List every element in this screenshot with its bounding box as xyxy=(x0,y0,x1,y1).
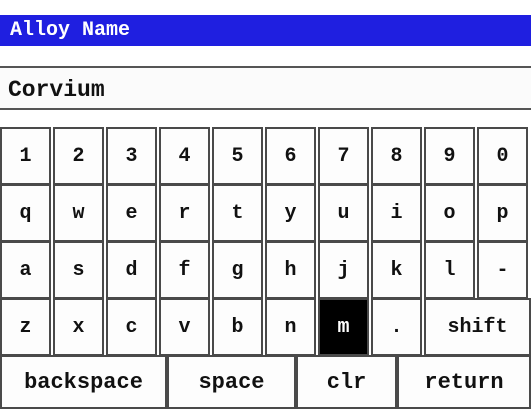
key-s[interactable]: s xyxy=(53,241,104,299)
key-p[interactable]: p xyxy=(477,184,528,242)
key-u[interactable]: u xyxy=(318,184,369,242)
key-period[interactable]: . xyxy=(371,298,422,356)
key-m[interactable]: m xyxy=(318,298,369,356)
key-6[interactable]: 6 xyxy=(265,127,316,185)
key-3[interactable]: 3 xyxy=(106,127,157,185)
backspace-key[interactable]: backspace xyxy=(0,355,167,409)
key-4[interactable]: 4 xyxy=(159,127,210,185)
key-q[interactable]: q xyxy=(0,184,51,242)
key-d[interactable]: d xyxy=(106,241,157,299)
key-y[interactable]: y xyxy=(265,184,316,242)
return-key[interactable]: return xyxy=(397,355,531,409)
key-h[interactable]: h xyxy=(265,241,316,299)
key-b[interactable]: b xyxy=(212,298,263,356)
space-key[interactable]: space xyxy=(167,355,296,409)
key-a[interactable]: a xyxy=(0,241,51,299)
key-1[interactable]: 1 xyxy=(0,127,51,185)
key-t[interactable]: t xyxy=(212,184,263,242)
key-0[interactable]: 0 xyxy=(477,127,528,185)
key-f[interactable]: f xyxy=(159,241,210,299)
key-w[interactable]: w xyxy=(53,184,104,242)
dialog-title: Alloy Name xyxy=(0,15,531,46)
key-n[interactable]: n xyxy=(265,298,316,356)
key-9[interactable]: 9 xyxy=(424,127,475,185)
key-e[interactable]: e xyxy=(106,184,157,242)
key-l[interactable]: l xyxy=(424,241,475,299)
clr-key[interactable]: clr xyxy=(296,355,397,409)
key-2[interactable]: 2 xyxy=(53,127,104,185)
key-o[interactable]: o xyxy=(424,184,475,242)
key-g[interactable]: g xyxy=(212,241,263,299)
key-5[interactable]: 5 xyxy=(212,127,263,185)
key-shift[interactable]: shift xyxy=(424,298,531,356)
key-v[interactable]: v xyxy=(159,298,210,356)
key-r[interactable]: r xyxy=(159,184,210,242)
key-j[interactable]: j xyxy=(318,241,369,299)
key-k[interactable]: k xyxy=(371,241,422,299)
key-i[interactable]: i xyxy=(371,184,422,242)
key-dash[interactable]: - xyxy=(477,241,528,299)
alloy-name-input[interactable]: Corvium xyxy=(0,66,531,110)
key-8[interactable]: 8 xyxy=(371,127,422,185)
key-7[interactable]: 7 xyxy=(318,127,369,185)
key-c[interactable]: c xyxy=(106,298,157,356)
on-screen-keyboard: 1 2 3 4 5 6 7 8 9 0 q w e r t y u i o p a s d f g h j k l - z x c v b n m. sh… xyxy=(0,127,531,409)
key-x[interactable]: x xyxy=(53,298,104,356)
key-z[interactable]: z xyxy=(0,298,51,356)
